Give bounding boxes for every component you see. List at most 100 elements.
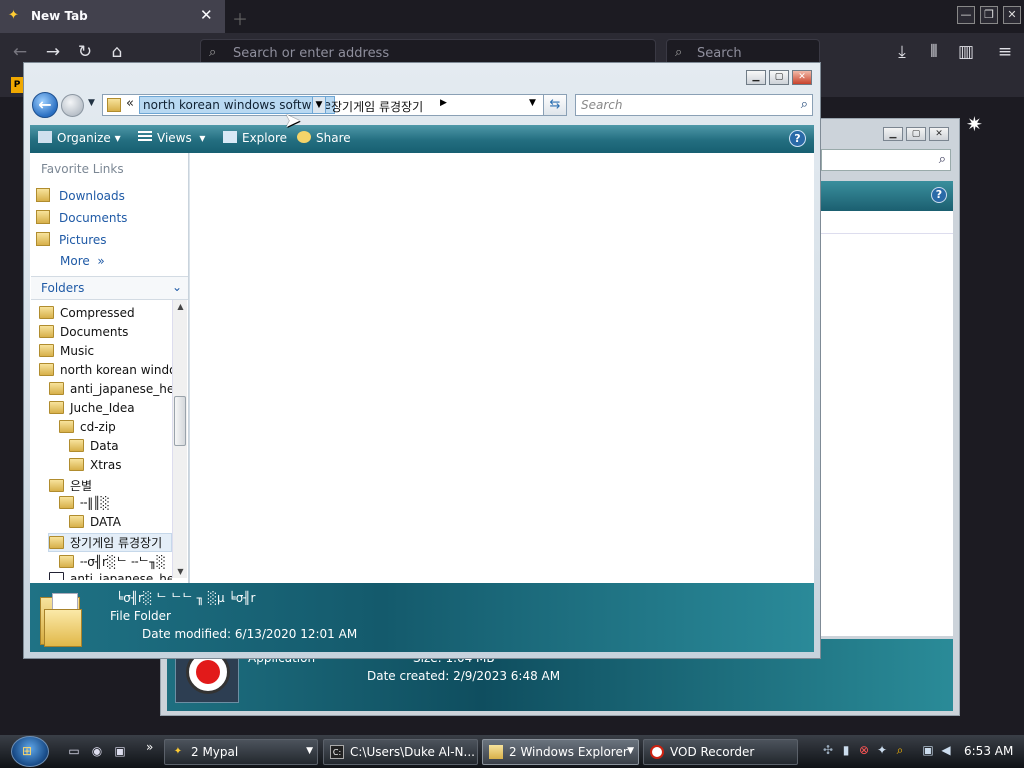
minimize-button[interactable]: ▁ bbox=[883, 127, 903, 141]
folders-label: Folders bbox=[41, 281, 85, 295]
folder-icon bbox=[39, 363, 54, 376]
settings-gear-icon[interactable]: ✷ bbox=[966, 112, 983, 136]
scrollbar-thumb[interactable] bbox=[174, 396, 186, 446]
taskbar-button-explorer[interactable]: 2 Windows Explorer ▼ bbox=[482, 739, 639, 765]
reload-icon[interactable]: ↻ bbox=[74, 41, 96, 63]
mouse-cursor-icon: ➤ bbox=[284, 108, 301, 132]
tools-icon[interactable]: ✦ bbox=[874, 743, 890, 759]
favorite-link-pictures[interactable]: Pictures bbox=[36, 232, 107, 250]
maximize-button[interactable]: ▢ bbox=[769, 70, 789, 85]
tree-item-label: Documents bbox=[60, 325, 129, 339]
tree-item[interactable]: north korean windov bbox=[39, 363, 172, 382]
address-bar[interactable]: « north korean windows software ▼ 장기게임 류… bbox=[102, 94, 552, 116]
new-tab-icon[interactable]: ＋ bbox=[232, 6, 248, 30]
pocket-icon[interactable]: P bbox=[11, 77, 23, 93]
monitor-icon[interactable]: ▣ bbox=[920, 743, 936, 759]
share-button[interactable]: Share bbox=[297, 131, 351, 145]
minimize-browser-button[interactable]: — bbox=[957, 6, 975, 24]
file-list-area[interactable] bbox=[190, 153, 814, 583]
tree-scrollbar[interactable]: ▲ ▼ bbox=[172, 300, 187, 578]
details-pane: ╘σ╢r░ ᄂ ᄂᄂ ╖ ░µ ╘σ╢r File Folder Date mo… bbox=[30, 583, 814, 652]
tab-new-tab[interactable]: ✦ New Tab ✕ bbox=[0, 0, 225, 33]
clock[interactable]: 6:53 AM bbox=[964, 744, 1013, 758]
explore-icon bbox=[223, 131, 237, 143]
quicklaunch-more-icon[interactable]: » bbox=[146, 740, 153, 754]
tree-item[interactable]: Compressed bbox=[39, 306, 135, 325]
menu-icon[interactable]: ≡ bbox=[994, 41, 1016, 63]
forward-arrow-icon[interactable]: → bbox=[42, 41, 64, 63]
tree-item-label: cd-zip bbox=[80, 420, 116, 434]
tree-item[interactable]: anti_japanese_herc bbox=[49, 382, 172, 401]
network-icon[interactable]: ✣ bbox=[820, 743, 836, 759]
back-button[interactable]: ← bbox=[32, 92, 58, 118]
tree-item[interactable]: DATA bbox=[69, 515, 121, 534]
more-links-button[interactable]: More » bbox=[60, 254, 105, 268]
address-history-dropdown-icon[interactable]: ▼ bbox=[529, 98, 536, 108]
close-tab-icon[interactable]: ✕ bbox=[200, 6, 213, 24]
folders-header[interactable]: Folders ⌄ bbox=[31, 276, 188, 300]
background-search-input[interactable]: ⌕ bbox=[821, 149, 951, 171]
folder-icon bbox=[39, 325, 54, 338]
library-icon[interactable]: ⫴ bbox=[923, 41, 945, 63]
scroll-up-icon[interactable]: ▲ bbox=[173, 302, 188, 311]
organize-button[interactable]: Organize ▾ bbox=[38, 131, 121, 145]
close-button[interactable]: ✕ bbox=[792, 70, 812, 85]
download-icon[interactable]: ⤓ bbox=[891, 41, 913, 63]
home-icon[interactable]: ⌂ bbox=[106, 41, 128, 63]
tree-item[interactable]: Documents bbox=[39, 325, 128, 344]
windows-logo-icon: ⊞ bbox=[22, 744, 33, 758]
tree-item[interactable]: Juche_Idea bbox=[49, 401, 135, 420]
folder-icon bbox=[69, 458, 84, 471]
command-bar: Organize ▾ Views ▾ Explore Share ? bbox=[30, 125, 814, 153]
security-alert-icon[interactable]: ⊗ bbox=[856, 743, 872, 759]
taskbar-button-vod-recorder[interactable]: VOD Recorder bbox=[643, 739, 798, 765]
breadcrumb-overflow-icon[interactable]: « bbox=[126, 96, 134, 111]
help-icon[interactable]: ? bbox=[931, 187, 947, 203]
refresh-button[interactable]: ⇆ bbox=[543, 94, 567, 116]
search-tray-icon[interactable]: ⌕ bbox=[892, 743, 908, 759]
scroll-down-icon[interactable]: ▼ bbox=[173, 567, 188, 576]
favorite-link-downloads[interactable]: Downloads bbox=[36, 188, 125, 206]
breadcrumb-segment[interactable]: 장기게임 류경장기 bbox=[331, 98, 423, 115]
chevron-down-icon[interactable]: ⌄ bbox=[172, 280, 182, 294]
close-browser-button[interactable]: ✕ bbox=[1003, 6, 1021, 24]
taskbar-button-console[interactable]: C: C:\Users\Duke Al-N... bbox=[323, 739, 478, 765]
recent-pages-dropdown-icon[interactable]: ▼ bbox=[88, 98, 95, 108]
volume-icon[interactable]: ◀ bbox=[938, 743, 954, 759]
switch-windows-icon[interactable]: ▣ bbox=[112, 744, 128, 760]
tree-item-label: anti_japanese_herc bbox=[70, 382, 172, 396]
tree-item-label: Xtras bbox=[90, 458, 122, 472]
tree-item[interactable]: Xtras bbox=[69, 458, 121, 477]
explore-button[interactable]: Explore bbox=[223, 131, 287, 145]
search-input[interactable]: Search ⌕ bbox=[575, 94, 813, 116]
minimize-button[interactable]: ▁ bbox=[746, 70, 766, 85]
tree-item[interactable]: cd-zip bbox=[59, 420, 116, 439]
device-icon[interactable]: ▮ bbox=[838, 743, 854, 759]
close-button[interactable]: ✕ bbox=[929, 127, 949, 141]
views-button[interactable]: Views ▾ bbox=[138, 131, 205, 145]
show-desktop-icon[interactable]: ▭ bbox=[66, 744, 82, 760]
search-icon: ⌕ bbox=[938, 152, 946, 167]
tree-item[interactable]: ╌‖║░ bbox=[59, 496, 110, 515]
tree-item[interactable]: Data bbox=[69, 439, 119, 458]
tree-item[interactable]: anti_japanese_herc bbox=[49, 572, 172, 580]
breadcrumb-arrow-icon[interactable]: ▶ bbox=[440, 98, 447, 108]
explorer-window[interactable]: ▁ ▢ ✕ ← ▼ « north korean windows softwar… bbox=[23, 62, 821, 659]
taskbar-button-mypal[interactable]: ✦ 2 Mypal ▼ bbox=[164, 739, 318, 765]
navigation-pane: Favorite Links Downloads Documents Pictu… bbox=[30, 153, 189, 583]
start-button[interactable]: ⊞ bbox=[7, 735, 53, 768]
tree-item[interactable]: 은별 bbox=[49, 477, 92, 496]
tree-item[interactable]: Music bbox=[39, 344, 94, 363]
maximize-button[interactable]: ▢ bbox=[906, 127, 926, 141]
sidebar-icon[interactable]: ▥ bbox=[955, 41, 977, 63]
tree-item-selected[interactable]: 장기게임 류경장기 bbox=[48, 533, 172, 552]
help-icon[interactable]: ? bbox=[789, 130, 806, 147]
tree-item[interactable]: ╌σ╢r░ᄂ ╌ᄂ╖░ bbox=[59, 553, 166, 572]
restore-browser-button[interactable]: ❐ bbox=[980, 6, 998, 24]
browser-quicklaunch-icon[interactable]: ◉ bbox=[89, 744, 105, 760]
back-arrow-icon[interactable]: ← bbox=[9, 41, 31, 63]
favorite-link-documents[interactable]: Documents bbox=[36, 210, 127, 228]
breadcrumb-dropdown-icon[interactable]: ▼ bbox=[312, 96, 326, 114]
forward-button[interactable] bbox=[61, 94, 84, 117]
breadcrumb-selected-segment[interactable]: north korean windows software bbox=[139, 96, 335, 114]
